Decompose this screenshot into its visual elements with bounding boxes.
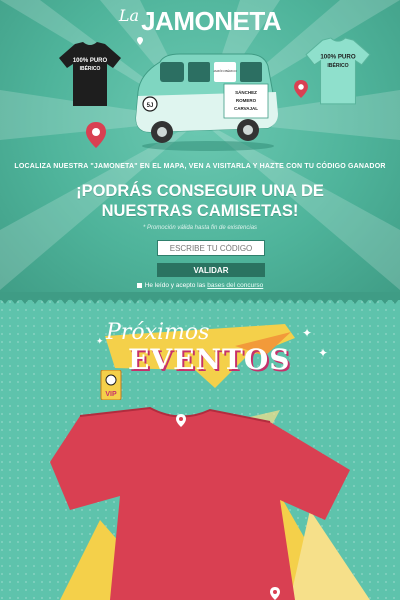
svg-text:IBÉRICO: IBÉRICO: [327, 61, 348, 69]
logo-name: JAMONETA: [141, 6, 282, 36]
svg-text:100% PURO: 100% PURO: [320, 54, 355, 61]
terms-row: He leído y acepto las bases del concurso: [0, 282, 400, 289]
svg-text:ROMERO: ROMERO: [236, 98, 257, 103]
promo-instructions: LOCALIZA NUESTRA "JAMONETA" EN EL MAPA, …: [14, 163, 386, 170]
events-title-bold: EVENTOS: [128, 343, 291, 376]
validate-button[interactable]: VALIDAR: [157, 263, 265, 277]
terms-link[interactable]: bases del concurso: [207, 282, 263, 289]
vip-badge-label: VIP: [105, 391, 117, 398]
svg-text:IBÉRICO: IBÉRICO: [80, 64, 101, 72]
svg-text:SÁNCHEZ: SÁNCHEZ: [235, 89, 257, 95]
sparkle-icon: ✦: [96, 336, 104, 346]
jamoneta-van-image: JAMÓN IBÉRICO SÁNCHEZ ROMERO CARVAJAL 5J: [135, 53, 278, 151]
teal-tshirt-image: 100% PURO IBÉRICO: [305, 37, 371, 105]
black-tshirt-image: 100% PURO IBÉRICO: [59, 42, 121, 106]
red-map-pin-icon[interactable]: [86, 122, 106, 148]
svg-text:5J: 5J: [147, 103, 154, 109]
events-title-script: Próximos: [106, 320, 210, 345]
terms-checkbox[interactable]: [136, 282, 142, 288]
svg-text:100% PURO: 100% PURO: [73, 58, 108, 64]
jamoneta-logo: LaJAMONETA: [0, 6, 400, 37]
small-map-pin-icon: [137, 37, 143, 45]
sparkle-icon: ✦: [318, 346, 329, 360]
svg-text:CARVAJAL: CARVAJAL: [234, 106, 258, 111]
event-map-pin-icon[interactable]: [270, 587, 280, 600]
promo-note: * Promoción válida hasta fin de existenc…: [142, 225, 258, 231]
logo-prefix: La: [118, 6, 140, 25]
events-map-illustration: [50, 406, 370, 600]
section-divider: [0, 292, 400, 304]
terms-text: He leído y acepto las: [144, 282, 208, 289]
sparkle-icon: ✦: [302, 326, 313, 340]
svg-text:JAMÓN IBÉRICO: JAMÓN IBÉRICO: [213, 68, 237, 73]
vip-badge-icon: VIP: [100, 370, 122, 400]
code-input[interactable]: [157, 240, 265, 256]
event-map-pin-icon[interactable]: [176, 414, 186, 427]
red-map-pin-icon[interactable]: [294, 80, 308, 98]
promo-headline: ¡PODRÁS CONSEGUIR UNA DE NUESTRAS CAMISE…: [76, 182, 324, 220]
